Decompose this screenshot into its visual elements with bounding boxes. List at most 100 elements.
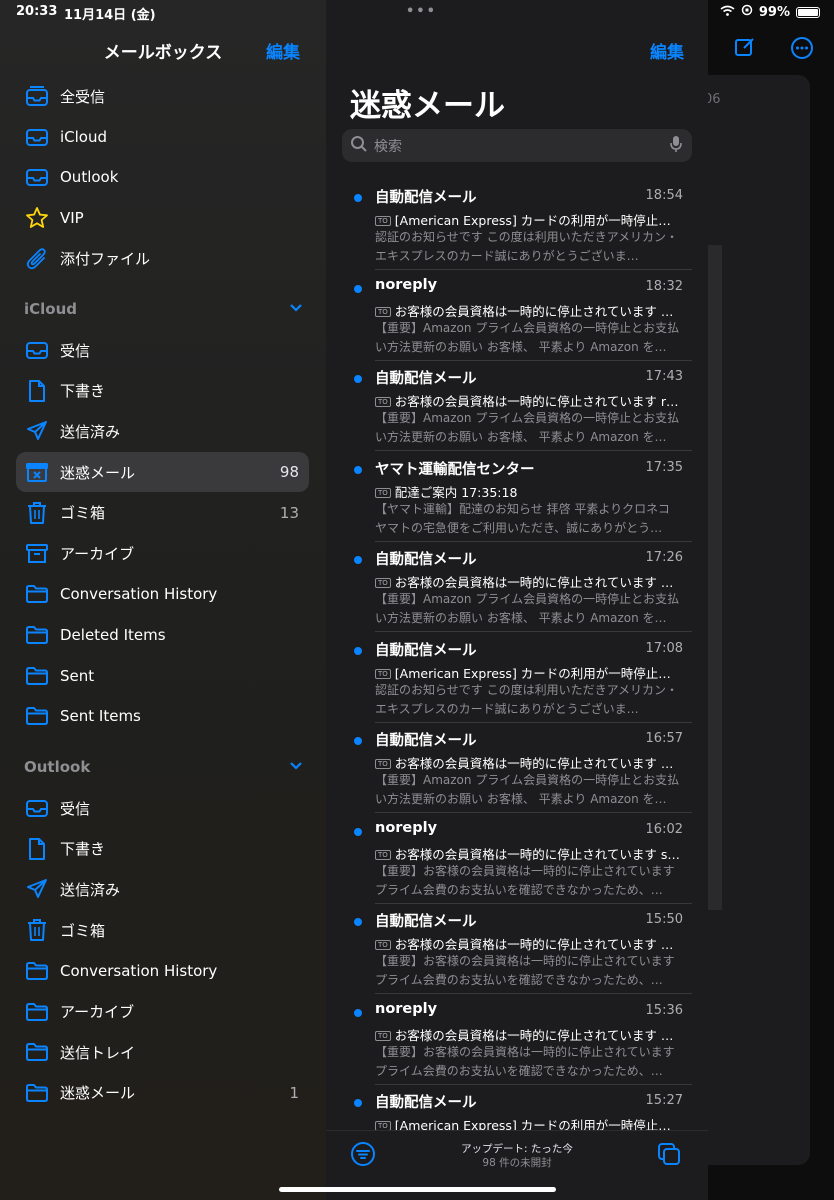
folder-icon	[24, 622, 50, 648]
message-subject: TO お客様の会員資格は一時的に停止されています 5…	[375, 753, 680, 772]
sidebar-item-junk[interactable]: 迷惑メール 1	[16, 1073, 309, 1113]
unread-count-badge: 13	[279, 503, 299, 522]
message-preview: 【重要】お客様の会員資格は一時的に停止されています プライム会費のお支払いを確認…	[375, 954, 675, 987]
message-sender: 自動配信メール	[375, 190, 477, 206]
message-row[interactable]: noreply 16:02 TO お客様の会員資格は一時的に停止されています s… 【重…	[326, 814, 708, 904]
sidebar-item-label: iCloud	[60, 127, 108, 146]
sidebar-item-sent-items[interactable]: Sent Items	[16, 696, 309, 736]
search-placeholder: 検索	[374, 138, 402, 155]
search-field[interactable]: 検索	[342, 129, 692, 162]
message-time: 17:35	[645, 459, 683, 475]
chevron-down-icon[interactable]	[289, 302, 303, 317]
chevron-down-icon[interactable]	[289, 760, 303, 775]
message-preview: 【重要】お客様の会員資格は一時的に停止されています プライム会費のお支払いを確認…	[375, 863, 675, 897]
status-bar: 20:33 11月14日 (金) ••• 99%	[0, 0, 834, 26]
unread-dot-icon	[354, 646, 362, 655]
sidebar-item-trash[interactable]: ゴミ箱	[16, 910, 309, 950]
message-list-pane: 編集 迷惑メール 検索 自動配信メール 18:54 TO [American Expr…	[326, 0, 708, 1200]
microphone-icon[interactable]	[670, 135, 682, 157]
folder-icon	[24, 703, 50, 729]
message-subject-text: お客様の会員資格は一時的に停止されています Y…	[394, 303, 680, 319]
unread-dot-icon	[354, 827, 362, 836]
message-subject-text: お客様の会員資格は一時的に停止されています rl…	[394, 394, 680, 409]
message-row[interactable]: 自動配信メール 18:54 TO [American Express] カードの利用が…	[326, 180, 708, 270]
sidebar-item-label: 受信	[60, 341, 91, 360]
sidebar-item-archive[interactable]: アーカイブ	[16, 992, 309, 1032]
sidebar-item-sent-mail[interactable]: 送信済み	[16, 411, 309, 451]
sidebar-item-label: ゴミ箱	[60, 921, 106, 940]
sidebar-item-deleted-items[interactable]: Deleted Items	[16, 615, 309, 655]
sidebar-item-all-inboxes[interactable]: 全受信	[16, 76, 309, 116]
sidebar-item-label: 送信済み	[60, 422, 121, 441]
sidebar-item-label: Deleted Items	[60, 625, 166, 644]
section-outlook[interactable]: Outlook	[24, 758, 309, 776]
sidebar-item-attachments[interactable]: 添付ファイル	[16, 239, 309, 279]
sidebar-item-drafts[interactable]: 下書き	[16, 371, 309, 411]
paperplane-icon	[24, 876, 50, 902]
sidebar-item-label: 下書き	[60, 382, 106, 401]
sidebar-item-conversation-history[interactable]: Conversation History	[16, 951, 309, 991]
paperplane-icon	[24, 418, 50, 444]
list-edit-button[interactable]: 編集	[650, 38, 684, 63]
sidebar-item-conversation-history[interactable]: Conversation History	[16, 574, 309, 614]
compose-icon[interactable]	[734, 36, 756, 66]
sidebar-item-outlook[interactable]: Outlook	[16, 157, 309, 197]
message-preview: 【ヤマト運輸】配達のお知らせ 拝啓 平素よりクロネコヤマトの宅急便をご利用いただ…	[375, 501, 670, 535]
sidebar-item-label: Outlook	[60, 168, 119, 187]
sidebar-item-sent-mail[interactable]: 送信済み	[16, 869, 309, 909]
sidebar-item-inbox[interactable]: 受信	[16, 330, 309, 370]
message-subject-text: お客様の会員資格は一時的に停止されています pi…	[394, 1027, 680, 1043]
sidebar-item-label: 下書き	[60, 840, 106, 859]
message-row[interactable]: 自動配信メール 17:43 TO お客様の会員資格は一時的に停止されています rl… 【…	[326, 361, 708, 451]
sidebar-item-label: 送信済み	[60, 880, 121, 899]
sidebar-item-trash[interactable]: ゴミ箱 13	[16, 493, 309, 533]
message-time: 18:32	[645, 278, 683, 294]
inbox-icon	[24, 124, 50, 150]
status-date: 11月14日 (金)	[64, 8, 156, 23]
sidebar-item-label: 添付ファイル	[60, 250, 151, 269]
sidebar-edit-button[interactable]: 編集	[266, 38, 300, 63]
unread-dot-icon	[354, 1008, 362, 1017]
message-row[interactable]: 自動配信メール 16:57 TO お客様の会員資格は一時的に停止されています 5… 【重…	[326, 723, 708, 813]
sidebar-item-outbox[interactable]: 送信トレイ	[16, 1032, 309, 1072]
message-subject: TO [American Express] カードの利用が一時停止…	[375, 663, 680, 682]
stacked-windows-icon[interactable]	[656, 1141, 682, 1171]
message-sender: 自動配信メール	[375, 914, 477, 930]
paperclip-icon	[24, 246, 50, 272]
message-subject: TO [American Express] カードの利用が一時停止…	[375, 210, 680, 229]
message-preview: 【重要】Amazon プライム会員資格の一時停止とお支払い方法更新のお願い お客…	[375, 592, 680, 625]
sidebar-item-vip[interactable]: VIP	[16, 198, 309, 238]
section-icloud-label: iCloud	[24, 300, 78, 318]
sidebar-item-archive[interactable]: アーカイブ	[16, 534, 309, 574]
sidebar-item-icloud[interactable]: iCloud	[16, 117, 309, 157]
message-row[interactable]: ヤマト運輸配信センター 17:35 TO 配達ご案内 17:35:18 【ヤマト運輸】配…	[326, 452, 708, 542]
multitasking-dots-icon[interactable]: •••	[406, 4, 437, 19]
section-outlook-label: Outlook	[24, 758, 91, 776]
folder-icon	[24, 958, 50, 984]
sidebar-item-inbox[interactable]: 受信	[16, 788, 309, 828]
message-row[interactable]: noreply 18:32 TO お客様の会員資格は一時的に停止されています Y… 【重…	[326, 271, 708, 361]
more-icon[interactable]	[790, 36, 814, 66]
message-row[interactable]: 自動配信メール 17:26 TO お客様の会員資格は一時的に停止されています 4… 【重…	[326, 542, 708, 632]
message-time: 15:27	[645, 1093, 683, 1108]
folder-icon	[24, 1039, 50, 1065]
sidebar-item-drafts[interactable]: 下書き	[16, 829, 309, 869]
unread-count-badge: 98	[279, 463, 299, 482]
message-sender: 自動配信メール	[375, 733, 477, 749]
message-time: 16:02	[645, 821, 683, 837]
unread-dot-icon	[354, 194, 362, 202]
message-row[interactable]: noreply 15:36 TO お客様の会員資格は一時的に停止されています pi… 【…	[326, 995, 708, 1085]
sidebar-item-label: Conversation History	[60, 585, 218, 604]
message-row[interactable]: 自動配信メール 17:08 TO [American Express] カードの利用が…	[326, 633, 708, 723]
unread-dot-icon	[354, 375, 362, 383]
message-row[interactable]: 自動配信メール 15:50 TO お客様の会員資格は一時的に停止されています Q… 【重…	[326, 904, 708, 994]
sidebar-item-label: 送信トレイ	[60, 1043, 136, 1062]
sidebar-item-junk[interactable]: 迷惑メール 98	[16, 452, 309, 493]
sidebar-item-sent[interactable]: Sent	[16, 656, 309, 696]
section-icloud[interactable]: iCloud	[24, 300, 309, 318]
battery-percent: 99%	[758, 4, 790, 20]
folder-icon	[24, 663, 50, 689]
home-indicator[interactable]	[279, 1187, 556, 1192]
mailbox-sidebar: メールボックス 編集 全受信 iCloud Outlook VIP 添付ファイル iCl…	[0, 0, 326, 1200]
to-badge: TO	[375, 668, 391, 679]
